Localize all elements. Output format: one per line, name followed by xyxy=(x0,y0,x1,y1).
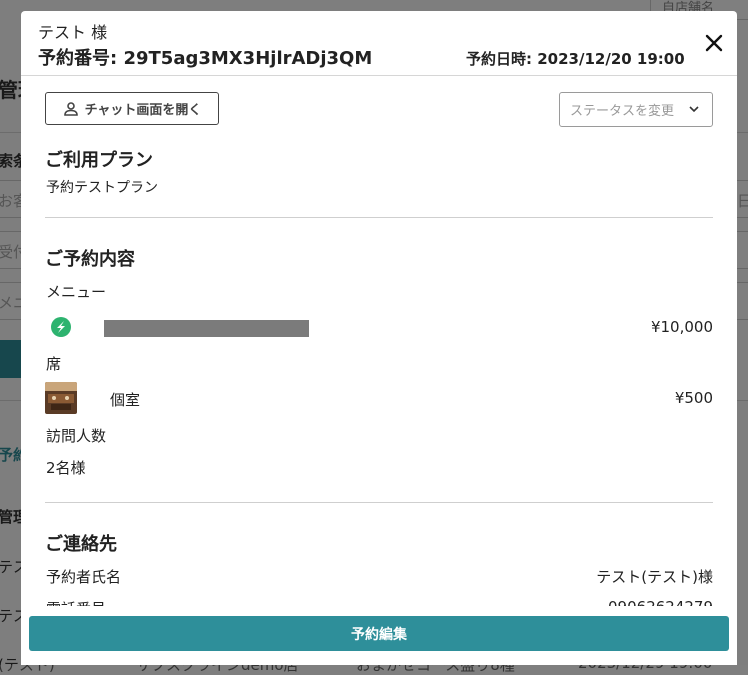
menu-item-name-redacted xyxy=(104,320,309,337)
reserver-name-label: 予約者氏名 xyxy=(46,568,122,586)
details-section-title: ご予約内容 xyxy=(45,249,135,270)
seat-photo-icon xyxy=(45,382,77,414)
edit-reservation-button[interactable]: 予約編集 xyxy=(29,616,729,651)
plan-divider xyxy=(45,217,713,218)
reserver-name-value: テスト(テスト)様 xyxy=(596,568,713,586)
customer-name: テスト 様 xyxy=(38,23,108,42)
chevron-down-icon xyxy=(689,106,699,113)
phone-label: 電話番号 xyxy=(46,598,106,606)
reservation-datetime: 予約日時: 2023/12/20 19:00 xyxy=(466,48,685,69)
person-icon xyxy=(63,101,78,116)
menu-item-logo-icon xyxy=(51,317,71,337)
reservation-number: 予約番号: 29T5ag3MX3HjlrADj3QM xyxy=(38,44,372,70)
seat-name: 個室 xyxy=(110,391,141,409)
phone-value: 09062624279 xyxy=(608,598,713,606)
details-divider xyxy=(45,502,713,503)
plan-name: 予約テストプラン xyxy=(46,180,158,196)
open-chat-button[interactable]: チャット画面を開く xyxy=(45,92,219,125)
seat-thumbnail xyxy=(45,382,77,414)
reservation-datetime-label: 予約日時: xyxy=(466,50,532,68)
modal-header: テスト 様 予約番号: 29T5ag3MX3HjlrADj3QM 予約日時: 2… xyxy=(21,11,737,76)
open-chat-label: チャット画面を開く xyxy=(84,103,202,118)
reservation-datetime-value: 2023/12/20 19:00 xyxy=(537,50,685,68)
close-icon[interactable] xyxy=(703,32,725,54)
contact-section-title: ご連絡先 xyxy=(45,534,117,555)
menu-label: メニュー xyxy=(46,283,107,301)
status-select-placeholder: ステータスを変更 xyxy=(570,104,675,119)
plan-section-title: ご利用プラン xyxy=(45,150,153,171)
status-select[interactable]: ステータスを変更 xyxy=(559,92,713,127)
modal-footer: 予約編集 xyxy=(21,606,737,665)
reservation-detail-modal: テスト 様 予約番号: 29T5ag3MX3HjlrADj3QM 予約日時: 2… xyxy=(21,11,737,665)
menu-price: ¥10,000 xyxy=(650,318,713,336)
reservation-number-value: 29T5ag3MX3HjlrADj3QM xyxy=(123,48,373,69)
visitors-label: 訪問人数 xyxy=(46,427,107,445)
edit-reservation-label: 予約編集 xyxy=(351,626,407,643)
modal-body[interactable]: チャット画面を開く ステータスを変更 ご利用プラン 予約テストプラン ご予約内容… xyxy=(21,76,737,606)
seat-label: 席 xyxy=(46,355,62,373)
seat-price: ¥500 xyxy=(674,389,713,407)
close-button[interactable] xyxy=(703,32,725,54)
visitors-value: 2名様 xyxy=(46,459,86,477)
reservation-number-label: 予約番号: xyxy=(38,48,118,69)
